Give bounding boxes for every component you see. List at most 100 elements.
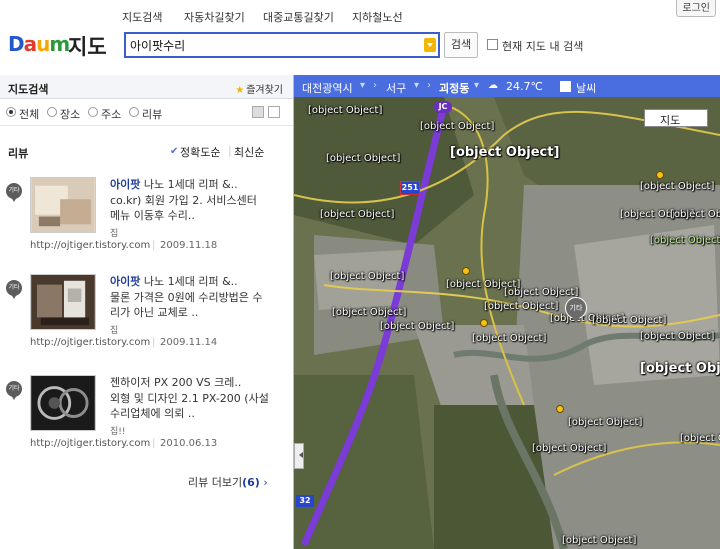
review-snippet-line: 외형 및 디자인 2.1 PX-200 (사설 — [110, 392, 269, 405]
review-date: 2009.11.14 — [160, 337, 218, 348]
breadcrumb-city[interactable]: 대전광역시 — [302, 80, 353, 96]
review-source-url[interactable]: http://ojtiger.tistory.com — [30, 438, 150, 449]
review-thumbnail[interactable] — [30, 177, 96, 233]
map-place-label[interactable]: [object Object] — [472, 333, 546, 344]
review-item[interactable]: 기타 젠하이저 PX 200 VS 크레.. 외형 및 디자인 2.1 PX-2… — [0, 375, 293, 475]
logo-letter-d: D — [8, 32, 25, 56]
search-box — [124, 32, 440, 58]
map-place-label[interactable]: [object Object] — [330, 271, 404, 282]
map-district-label[interactable]: [object Object] — [640, 361, 720, 376]
sort-by-accuracy[interactable]: 정확도순 — [180, 144, 220, 160]
divider: | — [152, 240, 156, 251]
map-place-label[interactable]: [object Object] — [504, 287, 578, 298]
map-place-label[interactable]: [object Object] — [308, 105, 382, 116]
logo-letter-u: u — [36, 32, 50, 56]
more-reviews-label: 리뷰 더보기 — [188, 476, 243, 489]
map-marker-icon[interactable]: 기타 — [565, 297, 587, 323]
map-place-label[interactable]: [object Object] — [568, 417, 642, 428]
nav-car-route[interactable]: 자동차길찾기 — [184, 9, 245, 25]
map-place-label[interactable]: [object Object] — [592, 315, 666, 326]
filter-row: 전체 장소 주소 리뷰 — [0, 101, 293, 123]
review-title-highlight: 아이팟 — [110, 178, 141, 191]
review-section-header: 리뷰 ✔ 정확도순 | 최신순 — [0, 141, 293, 161]
search-button[interactable]: 검색 — [444, 32, 478, 58]
divider — [0, 125, 293, 126]
search-suggest-toggle-icon[interactable] — [424, 38, 436, 52]
review-source-url[interactable]: http://ojtiger.tistory.com — [30, 240, 150, 251]
map-place-label[interactable]: [object Object] — [640, 181, 714, 192]
login-button[interactable]: 로그인 — [676, 0, 716, 17]
review-source-url[interactable]: http://ojtiger.tistory.com — [30, 337, 150, 348]
map-place-label[interactable]: [object Object] — [562, 535, 636, 546]
map-view[interactable]: 대전광역시 ▾ › 서구 ▾ › 괴정동 ▾ ☁ 24.7℃ 날씨 지도 JC … — [294, 75, 720, 549]
highway-shield: 32 — [296, 495, 314, 507]
nav-transit-route[interactable]: 대중교통길찾기 — [263, 9, 334, 25]
filter-label-address: 주소 — [101, 108, 122, 121]
poi-icon[interactable] — [656, 171, 664, 179]
map-place-label[interactable]: [object Object] — [380, 321, 454, 332]
divider: | — [152, 438, 156, 449]
chevron-down-icon[interactable]: ▾ — [474, 80, 479, 91]
chevron-down-icon[interactable]: ▾ — [360, 80, 365, 91]
filter-radio-review[interactable] — [129, 107, 139, 117]
review-title[interactable]: 아이팟 나노 1세대 리퍼 &.. — [110, 274, 288, 289]
review-category: 집 — [110, 229, 119, 239]
favorites-link[interactable]: ★ 즐겨찾기 — [235, 81, 283, 96]
cloud-icon: ☁ — [488, 80, 498, 91]
chevron-down-icon[interactable]: ▾ — [414, 80, 419, 91]
map-place-label[interactable]: [object Object] — [670, 209, 720, 220]
daum-logo[interactable]: D a u m — [8, 32, 70, 56]
map-location-bar: 대전광역시 ▾ › 서구 ▾ › 괴정동 ▾ ☁ 24.7℃ 날씨 — [294, 75, 720, 97]
map-place-label[interactable]: [object Object] — [680, 433, 720, 444]
map-marker-icon[interactable]: 기타 — [6, 183, 22, 202]
map-place-label[interactable]: [object Object] — [640, 331, 714, 342]
checkmark-icon: ✔ — [170, 146, 179, 157]
search-input[interactable] — [130, 36, 422, 54]
map-place-label[interactable]: [object Object] — [332, 307, 406, 318]
junction-badge: JC — [434, 101, 452, 113]
chevron-right-icon: › — [427, 80, 431, 91]
review-thumbnail[interactable] — [30, 274, 96, 330]
highway-shield: 251 — [400, 181, 420, 195]
map-marker-icon[interactable]: 기타 — [6, 280, 22, 299]
review-title-text: 나노 1세대 리퍼 &.. — [140, 275, 238, 288]
filter-radio-address[interactable] — [88, 107, 98, 117]
poi-icon[interactable] — [480, 319, 488, 327]
divider: | — [228, 144, 232, 157]
map-district-label[interactable]: [object Object] — [450, 145, 559, 160]
map-place-label[interactable]: [object Object] — [326, 153, 400, 164]
breadcrumb-district[interactable]: 서구 — [386, 80, 406, 96]
map-place-label[interactable]: [object Object] — [532, 443, 606, 454]
map-marker-icon[interactable]: 기타 — [6, 381, 22, 400]
review-thumbnail[interactable] — [30, 375, 96, 431]
map-place-label[interactable]: [object Object] — [650, 235, 720, 246]
star-icon: ★ — [235, 85, 245, 96]
review-title[interactable]: 젠하이저 PX 200 VS 크레.. — [110, 375, 288, 390]
top-navigation: 지도검색 자동차길찾기 대중교통길찾기 지하철노선 로그인 — [0, 0, 720, 28]
review-item[interactable]: 기타 아이팟 나노 1세대 리퍼 &.. co.kr) 회원 가입 2. 서비스… — [0, 177, 293, 277]
poi-icon[interactable] — [556, 405, 564, 413]
breadcrumb-dong[interactable]: 괴정동 — [439, 80, 469, 96]
review-title[interactable]: 아이팟 나노 1세대 리퍼 &.. — [110, 177, 288, 192]
search-in-map-checkbox[interactable] — [487, 39, 498, 50]
collapse-panel-icon[interactable] — [294, 443, 304, 469]
nav-map-search[interactable]: 지도검색 — [122, 9, 162, 25]
panel-title: 지도검색 — [8, 83, 49, 96]
list-view-icon[interactable] — [252, 106, 264, 118]
sort-by-latest[interactable]: 최신순 — [234, 144, 264, 160]
map-type-button[interactable]: 지도 — [644, 109, 708, 127]
filter-radio-place[interactable] — [47, 107, 57, 117]
nav-subway-map[interactable]: 지하철노선 — [352, 9, 403, 25]
logo-letter-a: a — [23, 32, 37, 56]
review-item[interactable]: 기타 아이팟 나노 1세대 리퍼 &.. 물론 가격은 0원에 수리방법은 수 … — [0, 274, 293, 374]
filter-radio-all[interactable] — [6, 107, 16, 117]
map-place-label[interactable]: [object Object] — [420, 121, 494, 132]
map-place-label[interactable]: [object Object] — [484, 301, 558, 312]
divider: | — [152, 337, 156, 348]
poi-icon[interactable] — [462, 267, 470, 275]
more-reviews-link[interactable]: 리뷰 더보기(6) › — [188, 474, 268, 490]
map-place-label[interactable]: [object Object] — [320, 209, 394, 220]
photo-view-icon[interactable] — [268, 106, 280, 118]
temperature: 24.7℃ — [506, 80, 543, 93]
weather-checkbox[interactable] — [560, 81, 571, 92]
